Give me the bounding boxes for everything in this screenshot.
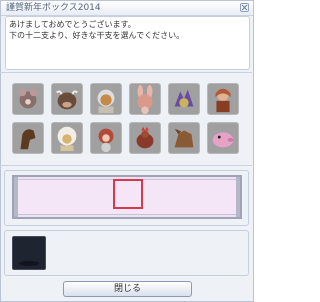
title-bar[interactable]: 謹賀新年ボックス2014 xyxy=(1,1,253,16)
monkey-icon[interactable] xyxy=(90,122,122,154)
divider xyxy=(0,165,252,166)
rooster-icon[interactable] xyxy=(129,122,161,154)
divider xyxy=(0,72,252,73)
rat-icon[interactable] xyxy=(12,83,44,115)
rabbit-icon[interactable] xyxy=(129,83,161,115)
horse-icon[interactable] xyxy=(12,122,44,154)
sheep-icon[interactable] xyxy=(51,122,83,154)
message-line-1: あけましておめでとうございます。 xyxy=(9,20,136,29)
track-left-cap xyxy=(14,177,18,217)
dog-icon[interactable] xyxy=(168,122,200,154)
window-title: 謹賀新年ボックス2014 xyxy=(6,3,101,13)
track-right-cap xyxy=(236,177,240,217)
close-icon[interactable] xyxy=(240,3,249,12)
boar-icon[interactable] xyxy=(207,122,239,154)
message-box: あけましておめでとうございます。 下の十二支より、好きな干支を選んでください。 xyxy=(5,16,250,70)
close-button[interactable]: 閉じる xyxy=(63,281,192,297)
tiger-icon[interactable] xyxy=(90,83,122,115)
zodiac-grid xyxy=(8,80,246,176)
ox-icon[interactable] xyxy=(51,83,83,115)
preview-item-slot[interactable] xyxy=(12,236,46,270)
message-line-2: 下の十二支より、好きな干支を選んでください。 xyxy=(9,31,185,40)
dragon-icon[interactable] xyxy=(168,83,200,115)
selected-slot[interactable] xyxy=(113,179,143,209)
snake-icon[interactable] xyxy=(207,83,239,115)
